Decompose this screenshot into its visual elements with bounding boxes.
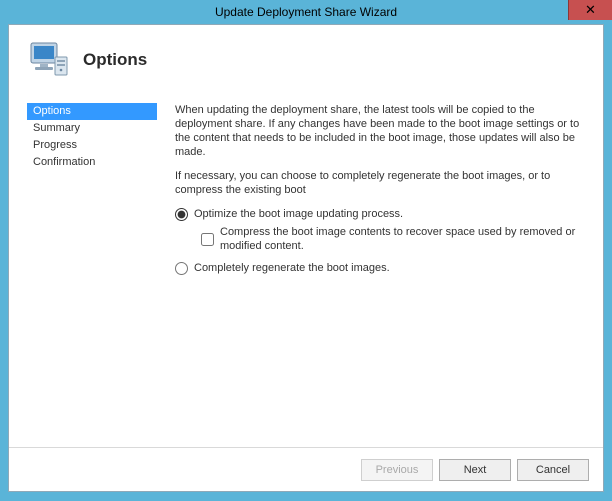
option-optimize[interactable]: Optimize the boot image updating process… [175, 207, 585, 221]
close-button[interactable]: ✕ [568, 0, 612, 20]
sidebar-item-summary[interactable]: Summary [27, 120, 157, 137]
title-bar: Update Deployment Share Wizard ✕ [8, 0, 604, 24]
sidebar-item-label: Confirmation [33, 156, 95, 168]
radio-regenerate[interactable] [175, 262, 188, 275]
cancel-button[interactable]: Cancel [517, 459, 589, 481]
sidebar-item-label: Summary [33, 122, 80, 134]
option-regenerate[interactable]: Completely regenerate the boot images. [175, 261, 585, 275]
option-optimize-label: Optimize the boot image updating process… [194, 207, 403, 221]
previous-button: Previous [361, 459, 433, 481]
body-area: Options Summary Progress Confirmation Wh… [9, 95, 603, 447]
radio-optimize[interactable] [175, 208, 188, 221]
footer: Previous Next Cancel [9, 447, 603, 491]
window-title: Update Deployment Share Wizard [215, 5, 397, 19]
page-header: Options [9, 25, 603, 95]
sidebar-item-label: Options [33, 105, 71, 117]
step-list: Options Summary Progress Confirmation [27, 95, 157, 447]
sidebar-item-confirmation[interactable]: Confirmation [27, 154, 157, 171]
wizard-window: Update Deployment Share Wizard ✕ Options [0, 0, 612, 501]
sidebar-item-progress[interactable]: Progress [27, 137, 157, 154]
computer-icon [27, 39, 69, 82]
main-panel: When updating the deployment share, the … [175, 95, 585, 447]
checkbox-compress[interactable] [201, 233, 214, 246]
sidebar-item-label: Progress [33, 139, 77, 151]
option-compress[interactable]: Compress the boot image contents to reco… [201, 225, 585, 253]
option-compress-label: Compress the boot image contents to reco… [220, 225, 585, 253]
next-button[interactable]: Next [439, 459, 511, 481]
sidebar-item-options[interactable]: Options [27, 103, 157, 120]
intro-text: When updating the deployment share, the … [175, 103, 585, 159]
option-regenerate-label: Completely regenerate the boot images. [194, 261, 390, 275]
content-area: Options Options Summary Progress Confirm… [8, 24, 604, 492]
page-title: Options [83, 50, 147, 70]
intro-text-2: If necessary, you can choose to complete… [175, 169, 585, 197]
close-icon: ✕ [585, 2, 596, 18]
